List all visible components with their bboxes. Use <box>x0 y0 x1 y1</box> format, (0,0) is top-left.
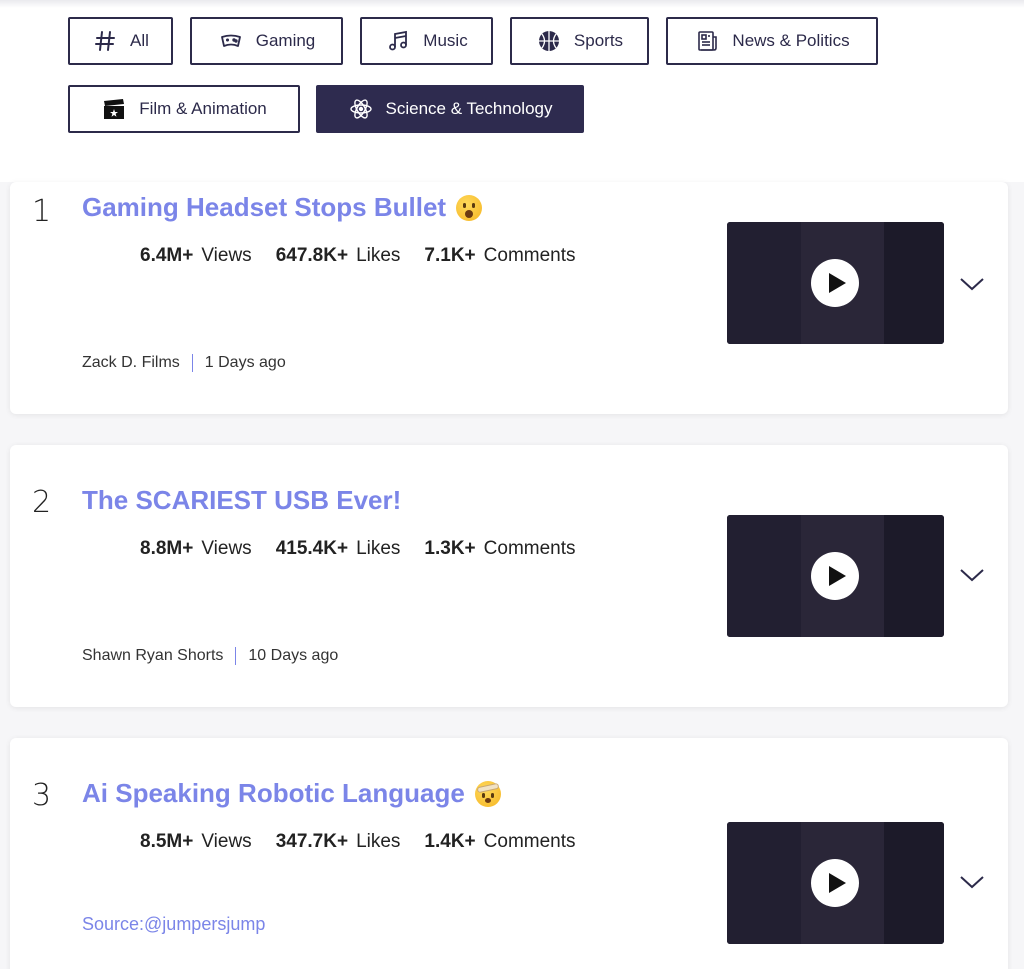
filter-chip-label: Sports <box>573 31 624 50</box>
views-label: Views <box>201 831 252 852</box>
comments-label: Comments <box>483 831 576 852</box>
comments-count: 1.4K+ <box>424 831 476 852</box>
play-icon[interactable] <box>811 259 859 307</box>
video-card: 3 Ai Speaking Robotic Language 8.5M+ View… <box>10 738 1008 969</box>
likes-count: 347.7K+ <box>275 831 349 852</box>
filter-chip-sports[interactable]: Sports <box>510 17 649 65</box>
atom-icon <box>348 96 374 122</box>
hashtag-icon <box>92 28 118 54</box>
likes-count: 415.4K+ <box>275 538 349 559</box>
views-stat: 8.5M+ Views <box>140 831 252 853</box>
filter-chip-label: All <box>130 31 149 50</box>
filter-chip-label: Science & Technology <box>385 99 553 118</box>
channel-name: Zack D. Films <box>82 354 180 371</box>
filter-chip-all[interactable]: All <box>68 17 173 65</box>
thumbnail-panel <box>727 822 801 944</box>
video-thumbnail[interactable] <box>727 222 944 344</box>
likes-label: Likes <box>356 538 401 559</box>
video-title: Gaming Headset Stops Bullet <box>82 192 447 222</box>
filter-chip-music[interactable]: Music <box>360 17 493 65</box>
video-card: 1 Gaming Headset Stops Bullet 6.4M+ Views… <box>10 182 1008 414</box>
likes-label: Likes <box>356 831 401 852</box>
astonished-face-icon <box>456 194 483 221</box>
meta-divider <box>191 354 193 372</box>
video-thumbnail[interactable] <box>727 515 944 637</box>
category-filter-bar: All Gaming Music Sports News & Politics … <box>0 0 1024 182</box>
likes-stat: 347.7K+ Likes <box>276 831 401 853</box>
video-stats: 8.5M+ Views 347.7K+ Likes 1.4K+ Comments <box>140 831 576 853</box>
filter-chip-label: Film & Animation <box>139 99 267 118</box>
thumbnail-panel <box>884 822 944 944</box>
newspaper-icon <box>694 28 720 54</box>
basketball-icon <box>536 28 562 54</box>
video-title: The SCARIEST USB Ever! <box>82 485 402 515</box>
comments-count: 7.1K+ <box>424 245 476 266</box>
top-shadow <box>0 0 1024 8</box>
thumbnail-panel <box>884 515 944 637</box>
video-title-link[interactable]: The SCARIEST USB Ever! <box>82 485 401 516</box>
video-stats: 8.8M+ Views 415.4K+ Likes 1.3K+ Comments <box>140 538 576 560</box>
exploding-head-icon <box>474 780 501 807</box>
rank-number: 1 <box>32 194 52 229</box>
video-card: 2 The SCARIEST USB Ever! 8.8M+ Views 415.… <box>10 445 1008 707</box>
filter-chip-label: Gaming <box>255 31 316 50</box>
video-title-link[interactable]: Gaming Headset Stops Bullet <box>82 192 483 223</box>
views-count: 6.4M+ <box>140 245 194 266</box>
views-stat: 8.8M+ Views <box>140 538 252 560</box>
gamepad-icon <box>218 28 244 54</box>
video-stats: 6.4M+ Views 647.8K+ Likes 7.1K+ Comments <box>140 245 576 267</box>
rank-number: 2 <box>32 485 52 520</box>
likes-stat: 647.8K+ Likes <box>276 245 401 267</box>
thumbnail-panel <box>727 515 801 637</box>
thumbnail-panel <box>727 222 801 344</box>
video-meta: Shawn Ryan Shorts 10 Days ago <box>82 647 338 665</box>
video-age: 10 Days ago <box>248 647 339 664</box>
filter-chip-science-technology[interactable]: Science & Technology <box>316 85 584 133</box>
comments-label: Comments <box>483 538 576 559</box>
filter-chip-label: News & Politics <box>732 31 850 50</box>
filter-chip-news-politics[interactable]: News & Politics <box>666 17 878 65</box>
views-count: 8.8M+ <box>140 538 194 559</box>
views-label: Views <box>201 245 252 266</box>
source-link[interactable]: Source:@jumpersjump <box>82 914 265 935</box>
views-count: 8.5M+ <box>140 831 194 852</box>
music-note-icon <box>385 28 411 54</box>
clapperboard-icon <box>101 96 127 122</box>
video-age: 1 Days ago <box>204 354 286 371</box>
video-title: Ai Speaking Robotic Language <box>82 778 465 808</box>
views-label: Views <box>201 538 252 559</box>
comments-label: Comments <box>483 245 576 266</box>
likes-stat: 415.4K+ Likes <box>276 538 401 560</box>
video-meta: Zack D. Films 1 Days ago <box>82 354 286 372</box>
channel-name: Shawn Ryan Shorts <box>82 647 224 664</box>
comments-stat: 1.4K+ Comments <box>424 831 575 853</box>
filter-chip-film-animation[interactable]: Film & Animation <box>68 85 300 133</box>
video-thumbnail[interactable] <box>727 822 944 944</box>
likes-count: 647.8K+ <box>275 245 349 266</box>
comments-stat: 7.1K+ Comments <box>424 245 575 267</box>
views-stat: 6.4M+ Views <box>140 245 252 267</box>
play-icon[interactable] <box>811 859 859 907</box>
filter-chip-label: Music <box>423 31 468 50</box>
rank-number: 3 <box>32 778 52 813</box>
chevron-down-icon[interactable] <box>958 565 986 585</box>
chevron-down-icon[interactable] <box>958 872 986 892</box>
thumbnail-panel <box>884 222 944 344</box>
comments-count: 1.3K+ <box>424 538 476 559</box>
likes-label: Likes <box>356 245 401 266</box>
chevron-down-icon[interactable] <box>958 274 986 294</box>
filter-chip-gaming[interactable]: Gaming <box>190 17 343 65</box>
meta-divider <box>235 647 237 665</box>
comments-stat: 1.3K+ Comments <box>424 538 575 560</box>
video-title-link[interactable]: Ai Speaking Robotic Language <box>82 778 501 809</box>
play-icon[interactable] <box>811 552 859 600</box>
